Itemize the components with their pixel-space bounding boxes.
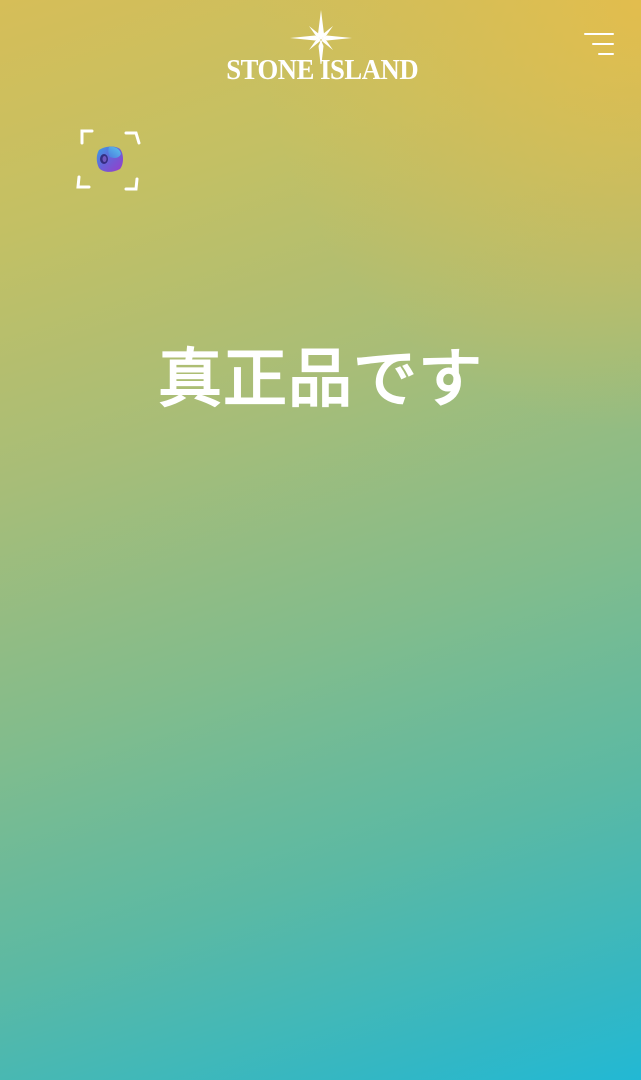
- authenticity-status-text: 真正品です: [158, 343, 483, 417]
- brand-logo-text: STONE ISLAND: [226, 54, 419, 86]
- scan-button[interactable]: [74, 125, 144, 195]
- menu-button[interactable]: [578, 28, 618, 62]
- app-header: STONE ISLAND: [0, 0, 641, 95]
- brand-logo[interactable]: STONE ISLAND: [218, 8, 424, 86]
- scan-frame-icon: [76, 129, 141, 191]
